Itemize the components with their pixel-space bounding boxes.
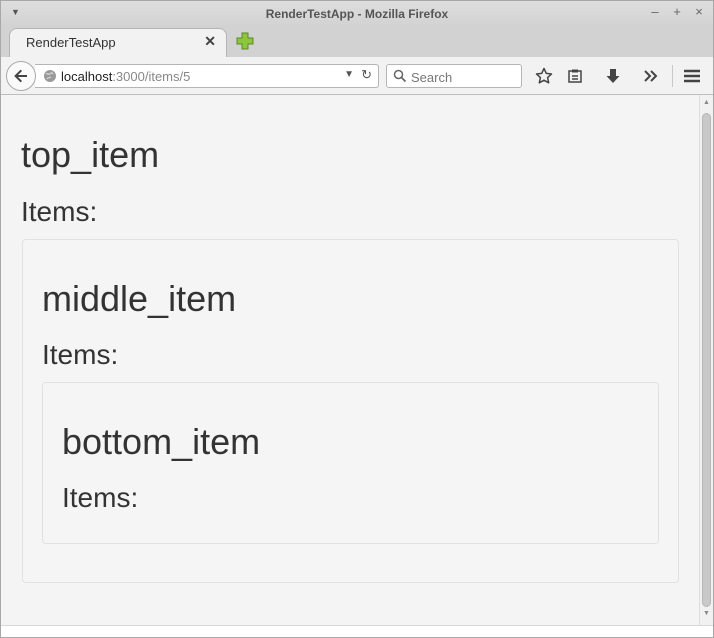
hamburger-menu-button[interactable] xyxy=(681,66,703,86)
window-bottom-edge xyxy=(1,625,713,637)
maximize-button[interactable]: + xyxy=(671,4,683,19)
middle-item-title: middle_item xyxy=(42,278,237,319)
middle-items-label: Items: xyxy=(42,339,119,370)
toolbar-separator xyxy=(672,65,673,87)
url-path: :3000/items/5 xyxy=(112,69,191,84)
middle-item-children-well: bottom_item Items: xyxy=(42,382,659,544)
top-item-children-well: middle_item Items: bottom_item Items: xyxy=(22,239,679,583)
search-icon xyxy=(393,69,407,83)
tab-rendertestapp[interactable]: RenderTestApp ✕ xyxy=(9,28,227,57)
search-input[interactable] xyxy=(409,67,519,87)
window-title: RenderTestApp - Mozilla Firefox xyxy=(265,7,449,21)
globe-icon xyxy=(44,70,56,82)
window-controls: – + × xyxy=(649,4,705,19)
bookmark-star-button[interactable] xyxy=(533,66,555,86)
close-icon[interactable]: ✕ xyxy=(204,33,216,50)
url-host: localhost xyxy=(61,69,113,84)
scroll-up-arrow-icon[interactable]: ▲ xyxy=(703,99,710,106)
back-arrow-icon xyxy=(14,69,27,83)
top-item-title: top_item xyxy=(21,134,160,175)
reload-icon[interactable]: ↻ xyxy=(361,67,372,83)
scroll-down-arrow-icon[interactable]: ▼ xyxy=(703,610,710,617)
overflow-menu-button[interactable] xyxy=(640,66,662,86)
tab-title: RenderTestApp xyxy=(26,35,116,50)
page-content: top_item Items: middle_item Items: botto… xyxy=(1,95,699,625)
vertical-scrollbar[interactable]: ▲ ▼ xyxy=(699,95,713,625)
scrollbar-thumb[interactable] xyxy=(702,113,711,607)
search-bar[interactable] xyxy=(386,64,522,88)
back-button[interactable] xyxy=(6,61,36,91)
downloads-button[interactable] xyxy=(602,66,624,86)
title-bar: ▼ RenderTestApp - Mozilla Firefox – + × xyxy=(1,1,713,27)
url-dropdown-icon[interactable]: ▼ xyxy=(344,69,354,80)
reading-list-button[interactable] xyxy=(564,66,586,86)
top-items-label: Items: xyxy=(21,196,98,227)
clipboard-icon xyxy=(568,69,582,83)
chevron-double-right-icon xyxy=(644,70,658,82)
browser-window: ▼ RenderTestApp - Mozilla Firefox – + × … xyxy=(0,0,714,638)
minimize-button[interactable]: – xyxy=(649,4,661,19)
url-bar[interactable]: localhost:3000/items/5 ▼ ↻ xyxy=(35,64,379,88)
hamburger-icon xyxy=(684,69,700,83)
tab-strip: RenderTestApp ✕ xyxy=(1,27,713,57)
close-window-button[interactable]: × xyxy=(693,4,705,19)
url-text: localhost:3000/items/5 xyxy=(61,69,190,84)
plus-icon xyxy=(236,32,254,50)
star-icon xyxy=(535,67,553,84)
new-tab-button[interactable] xyxy=(235,31,255,51)
bottom-items-label: Items: xyxy=(62,482,139,513)
download-arrow-icon xyxy=(606,69,620,83)
bottom-item-title: bottom_item xyxy=(62,421,261,462)
navigation-toolbar: localhost:3000/items/5 ▼ ↻ xyxy=(1,57,713,95)
